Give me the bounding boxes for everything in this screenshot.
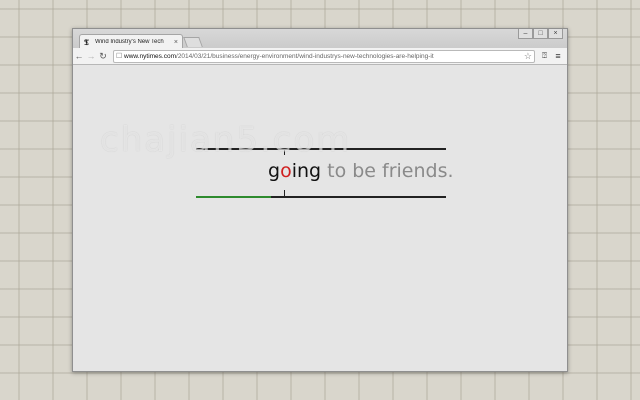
reader-word-display: going to be friends. — [268, 158, 454, 184]
page-icon: ☐ — [116, 53, 123, 60]
reader-frame-top — [196, 148, 446, 150]
word-focus-letter: o — [280, 160, 292, 182]
close-window-button[interactable]: × — [548, 29, 563, 39]
window-controls: – □ × — [518, 29, 563, 39]
url-host: www.nytimes.com — [124, 52, 177, 60]
nyt-favicon-icon: 𝕿 — [84, 36, 89, 47]
tab-title: Wind Industry's New Tech — [95, 39, 164, 45]
minimize-button[interactable]: – — [518, 29, 533, 39]
address-bar[interactable]: ☐ www.nytimes.com/2014/03/21/business/en… — [113, 49, 535, 63]
tab-close-icon[interactable]: × — [174, 39, 178, 46]
browser-toolbar: ← → ↻ ☐ www.nytimes.com/2014/03/21/busin… — [73, 48, 567, 65]
bookmark-star-icon[interactable]: ☆ — [524, 51, 532, 62]
maximize-button[interactable]: □ — [533, 29, 548, 39]
reload-button[interactable]: ↻ — [97, 51, 109, 62]
reader-focus-tick-top — [284, 149, 285, 155]
new-tab-button[interactable] — [183, 37, 203, 47]
url-path: /2014/03/21/business/energy-environment/… — [176, 52, 434, 60]
forward-button[interactable]: → — [85, 51, 97, 61]
tab-nytimes[interactable]: 𝕿 Wind Industry's New Tech × — [79, 34, 183, 49]
back-button[interactable]: ← — [73, 51, 85, 61]
word-prefix: g — [268, 160, 281, 182]
extension-icon[interactable]: ⍰ — [538, 51, 551, 61]
word-suffix: ing — [291, 160, 322, 182]
reading-progress-bar — [196, 196, 271, 198]
title-bar: 𝕿 Wind Industry's New Tech × – □ × — [73, 29, 567, 49]
upcoming-words: to be friends. — [321, 160, 454, 182]
menu-icon[interactable]: ≡ — [551, 51, 565, 61]
url-text[interactable]: www.nytimes.com/2014/03/21/business/ener… — [124, 53, 523, 60]
page-content: going to be friends. — [73, 65, 567, 371]
browser-window: 𝕿 Wind Industry's New Tech × – □ × ← → ↻… — [72, 28, 568, 372]
